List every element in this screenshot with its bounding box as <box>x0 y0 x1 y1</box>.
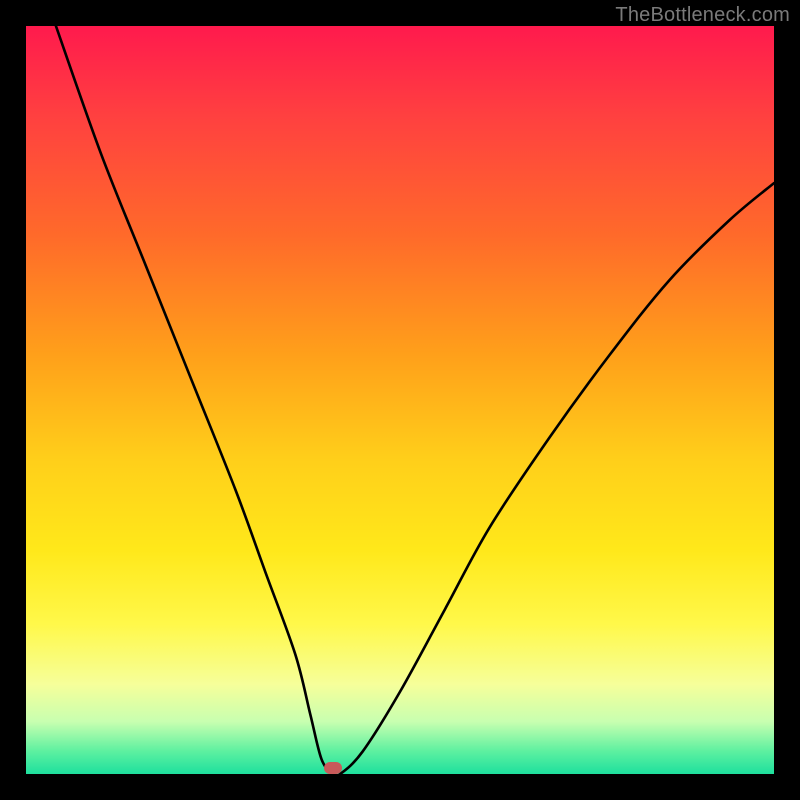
chart-frame: TheBottleneck.com <box>0 0 800 800</box>
optimal-marker <box>324 762 342 774</box>
watermark-text: TheBottleneck.com <box>615 4 790 27</box>
bottleneck-curve-path <box>56 26 774 774</box>
curve-svg <box>26 26 774 774</box>
plot-area <box>26 26 774 774</box>
